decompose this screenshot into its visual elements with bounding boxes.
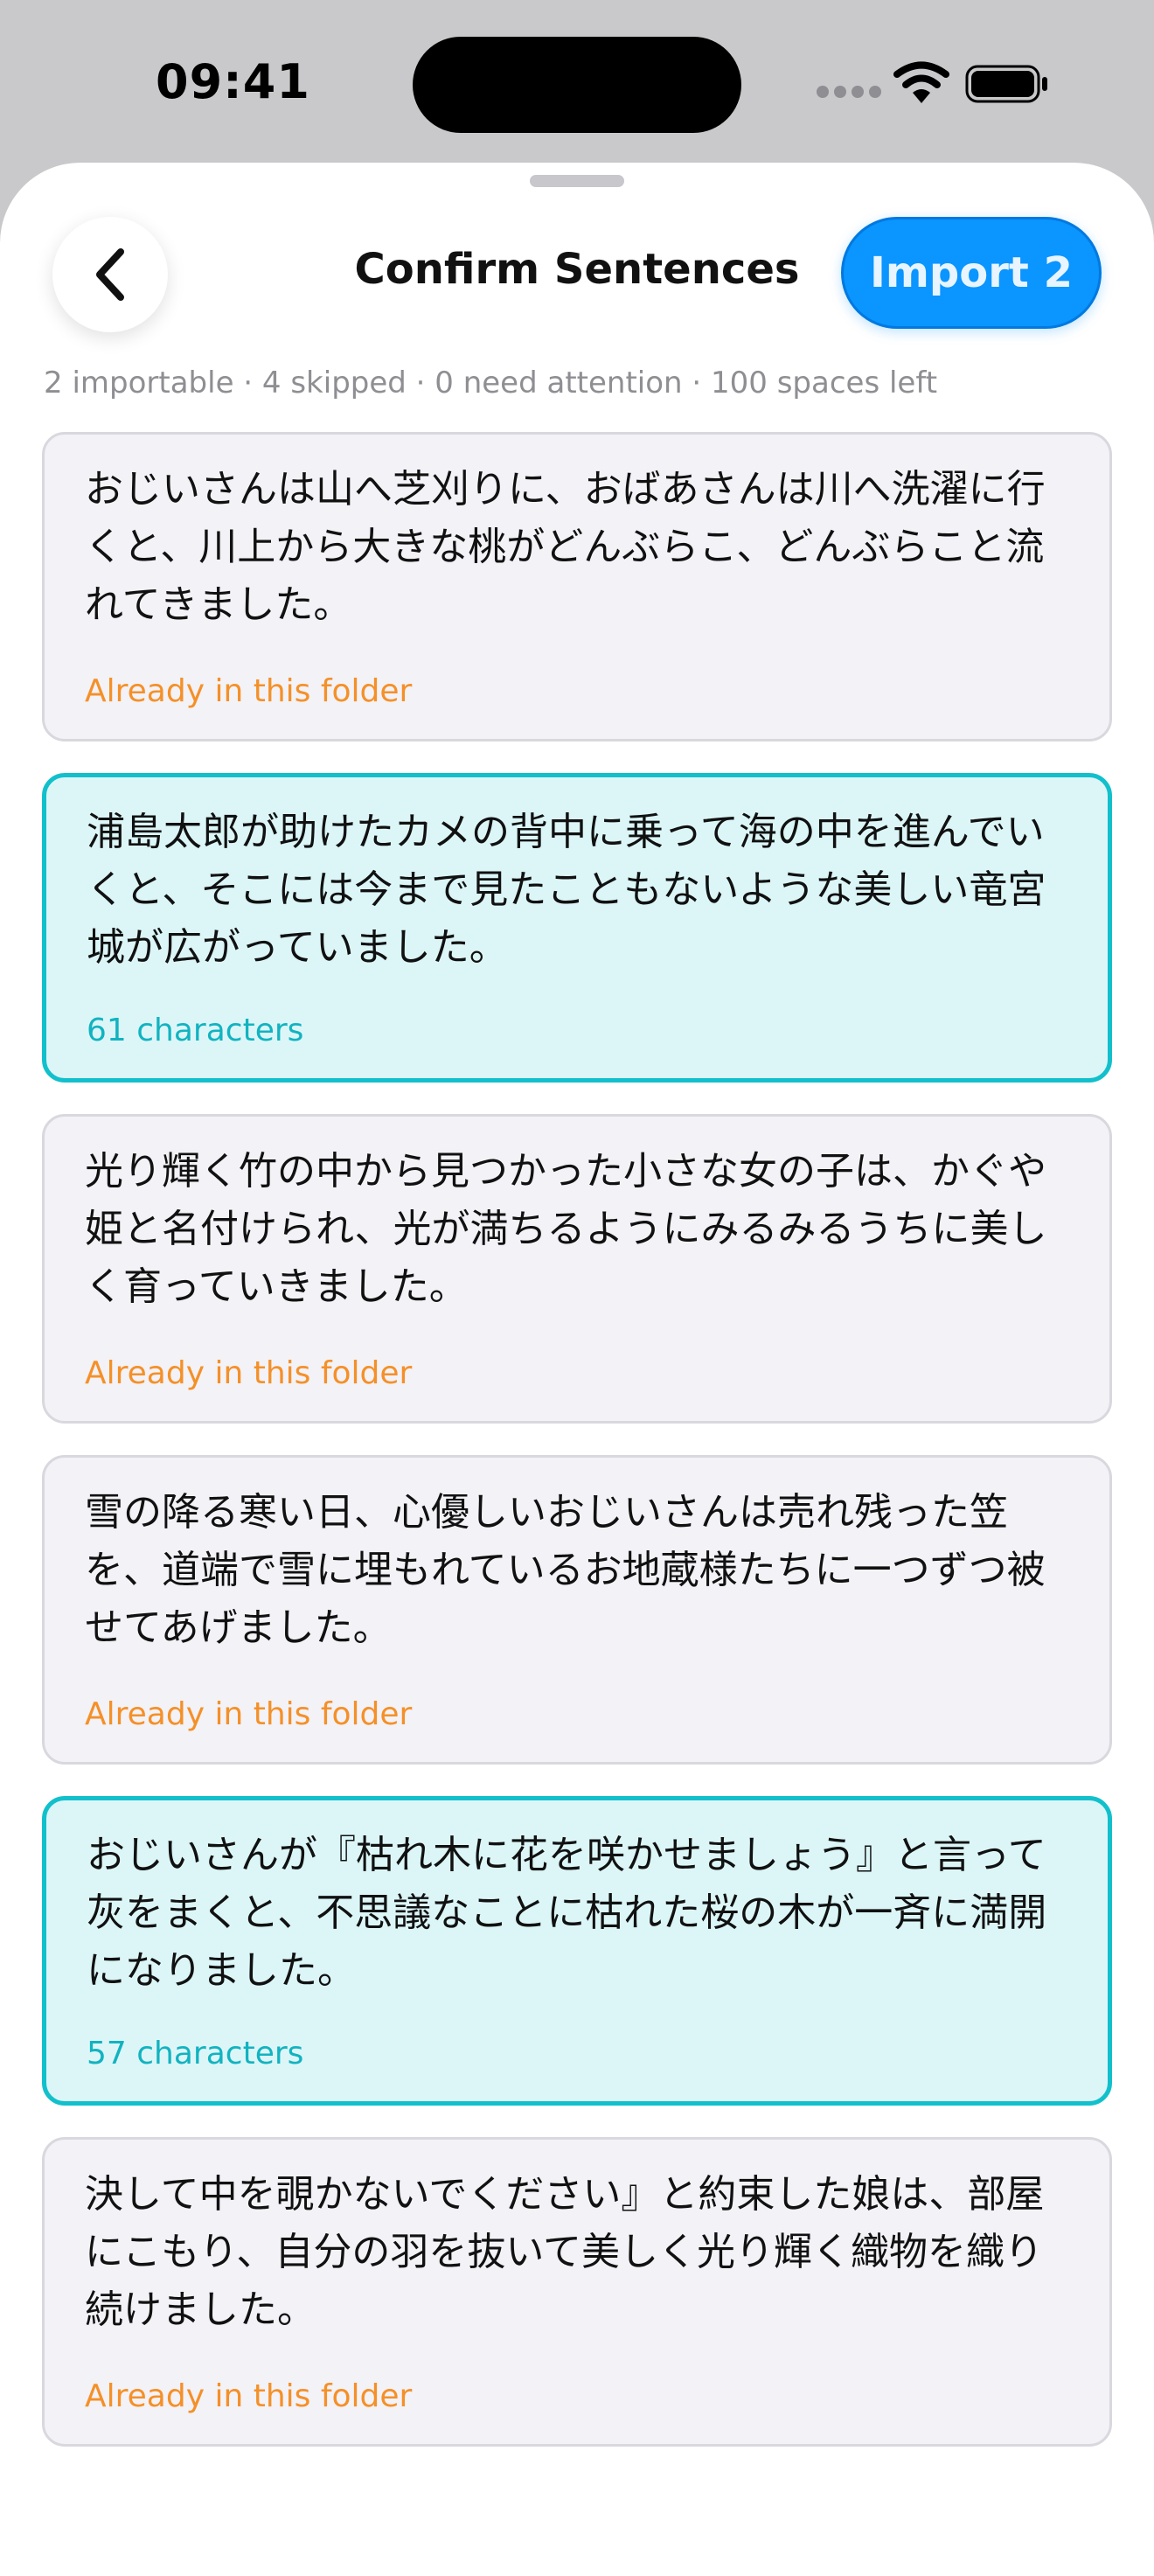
sentence-status: Already in this folder <box>85 673 413 709</box>
sentence-card[interactable]: おじいさんが『枯れ木に花を咲かせましょう』と言って灰をまくと、不思議なことに枯れ… <box>42 1796 1112 2106</box>
back-button[interactable] <box>52 217 168 332</box>
wifi-icon <box>893 61 949 103</box>
sentence-status: Already in this folder <box>85 1696 413 1732</box>
sentence-status: 57 characters <box>87 2036 304 2071</box>
sheet-grabber[interactable] <box>530 175 624 187</box>
sentence-card[interactable]: 浦島太郎が助けたカメの背中に乗って海の中を進んでいくと、そこには今まで見たことも… <box>42 773 1112 1083</box>
sentence-status: Already in this folder <box>85 2378 413 2414</box>
sentence-card[interactable]: 光り輝く竹の中から見つかった小さな女の子は、かぐや姫と名付けられ、光が満ちるよう… <box>42 1114 1112 1424</box>
sentence-card[interactable]: おじいさんは山へ芝刈りに、おばあさんは川へ洗濯に行くと、川上から大きな桃がどんぶ… <box>42 432 1112 741</box>
cellular-signal-icon <box>817 86 881 100</box>
sentence-text: 決して中を覗かないでください』と約束した娘は、部屋にこもり、自分の羽を抜いて美し… <box>85 2172 1045 2332</box>
battery-icon <box>965 65 1047 103</box>
sentence-text: おじいさんが『枯れ木に花を咲かせましょう』と言って灰をまくと、不思議なことに枯れ… <box>87 1833 1047 1993</box>
sentence-card[interactable]: 雪の降る寒い日、心優しいおじいさんは売れ残った笠を、道端で雪に埋もれているお地蔵… <box>42 1455 1112 1765</box>
confirm-sheet: Confirm Sentences Import 2 2 importable … <box>0 163 1154 2576</box>
sentence-card[interactable]: 決して中を覗かないでください』と約束した娘は、部屋にこもり、自分の羽を抜いて美し… <box>42 2137 1112 2447</box>
sentence-text: 雪の降る寒い日、心優しいおじいさんは売れ残った笠を、道端で雪に埋もれているお地蔵… <box>85 1490 1046 1650</box>
sentence-text: おじいさんは山へ芝刈りに、おばあさんは川へ洗濯に行くと、川上から大きな桃がどんぶ… <box>85 467 1046 627</box>
dynamic-island <box>413 37 741 133</box>
sentence-status: Already in this folder <box>85 1355 413 1391</box>
chevron-left-icon <box>96 248 124 301</box>
import-summary: 2 importable · 4 skipped · 0 need attent… <box>44 366 938 400</box>
sentence-status: 61 characters <box>87 1013 304 1048</box>
status-time: 09:41 <box>156 54 310 109</box>
import-button[interactable]: Import 2 <box>841 217 1102 329</box>
page-title: Confirm Sentences <box>354 245 800 294</box>
status-bar: 09:41 <box>0 0 1154 166</box>
sentence-text: 浦島太郎が助けたカメの背中に乗って海の中を進んでいくと、そこには今まで見たことも… <box>87 810 1046 970</box>
sentence-text: 光り輝く竹の中から見つかった小さな女の子は、かぐや姫と名付けられ、光が満ちるよう… <box>85 1149 1047 1309</box>
